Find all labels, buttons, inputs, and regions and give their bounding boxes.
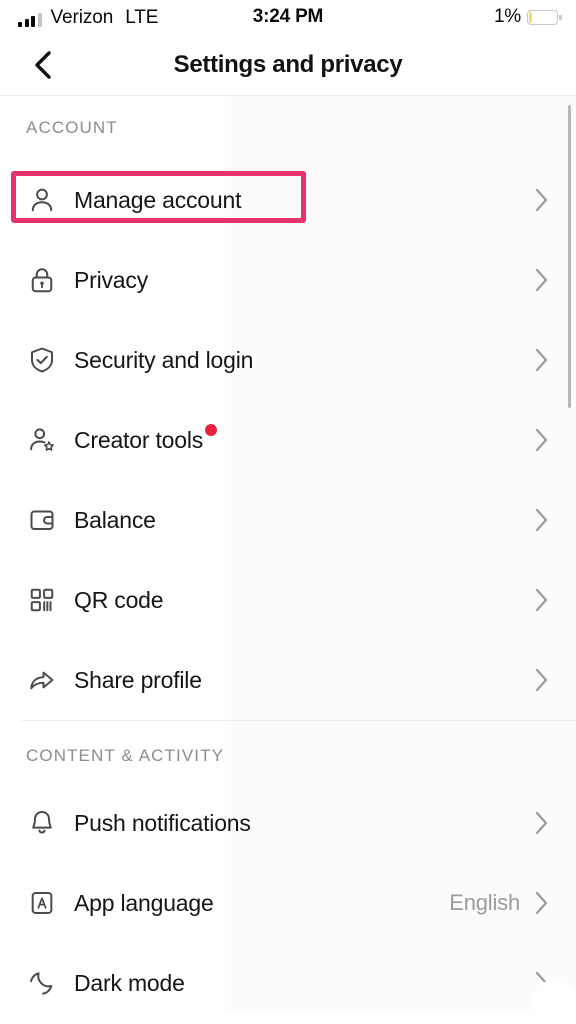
nav-bar: Settings and privacy xyxy=(0,34,576,96)
moon-icon xyxy=(24,965,60,1001)
settings-row-label: Share profile xyxy=(74,666,202,693)
settings-row-value: English xyxy=(449,890,520,915)
settings-row-privacy[interactable]: Privacy xyxy=(0,240,576,320)
signal-strength-icon xyxy=(18,12,42,27)
settings-row-label: Dark mode xyxy=(74,969,185,996)
settings-row-label: Manage account xyxy=(74,186,242,213)
battery-percent-label: 1% xyxy=(493,6,521,27)
language-a-icon xyxy=(24,885,60,921)
settings-row-app-language[interactable]: App language English xyxy=(0,863,576,943)
network-type-label: LTE xyxy=(125,6,159,28)
chevron-right-icon xyxy=(534,970,550,996)
settings-row-label: Push notifications xyxy=(74,809,251,836)
settings-row-dark-mode[interactable]: Dark mode xyxy=(0,943,576,1023)
chevron-right-icon xyxy=(534,667,550,693)
chevron-right-icon xyxy=(534,347,550,373)
chevron-right-icon xyxy=(534,267,550,293)
settings-row-label: QR code xyxy=(74,586,164,613)
status-bar-left: Verizon LTE xyxy=(18,8,158,27)
chevron-right-icon xyxy=(534,427,550,453)
shield-check-icon xyxy=(24,342,60,378)
chevron-right-icon xyxy=(534,187,550,213)
chevron-right-icon xyxy=(534,810,550,836)
qr-code-icon xyxy=(24,582,60,618)
settings-row-creator-tools[interactable]: Creator tools xyxy=(0,400,576,480)
vertical-scrollbar[interactable] xyxy=(568,105,571,408)
section-header-content-activity: CONTENT & ACTIVITY xyxy=(26,746,225,765)
settings-row-qr-code[interactable]: QR code xyxy=(0,560,576,640)
phone-screen: Verizon LTE 3:24 PM 1% Settings and priv… xyxy=(0,0,576,1024)
battery-icon xyxy=(527,9,562,25)
status-bar: Verizon LTE 3:24 PM 1% xyxy=(0,0,576,34)
person-star-icon xyxy=(24,422,60,458)
wallet-icon xyxy=(24,502,60,538)
chevron-right-icon xyxy=(534,507,550,533)
settings-row-balance[interactable]: Balance xyxy=(0,480,576,560)
status-bar-right: 1% xyxy=(493,6,562,28)
page-title: Settings and privacy xyxy=(173,50,403,78)
settings-row-label-text: Creator tools xyxy=(74,426,204,453)
clock-label: 3:24 PM xyxy=(252,6,324,27)
settings-row-manage-account[interactable]: Manage account xyxy=(0,160,576,240)
settings-row-label: Privacy xyxy=(74,266,149,293)
section-header-account: ACCOUNT xyxy=(26,118,118,137)
share-arrow-icon xyxy=(24,662,60,698)
settings-row-security-and-login[interactable]: Security and login xyxy=(0,320,576,400)
lock-icon xyxy=(24,262,60,298)
carrier-label: Verizon xyxy=(50,6,114,28)
settings-row-share-profile[interactable]: Share profile xyxy=(0,640,576,720)
chevron-right-icon xyxy=(534,890,550,916)
back-button[interactable] xyxy=(22,45,62,85)
settings-row-label: Creator tools xyxy=(74,423,218,454)
bell-icon xyxy=(24,805,60,841)
notification-badge-dot xyxy=(205,423,218,436)
settings-list: ACCOUNT Manage account Privacy Security … xyxy=(0,96,576,1023)
person-icon xyxy=(24,182,60,218)
settings-row-label: Balance xyxy=(74,506,156,533)
settings-row-label: Security and login xyxy=(74,346,254,373)
settings-row-label: App language xyxy=(74,889,214,916)
settings-row-push-notifications[interactable]: Push notifications xyxy=(0,783,576,863)
chevron-right-icon xyxy=(534,587,550,613)
chevron-left-icon xyxy=(35,50,51,79)
